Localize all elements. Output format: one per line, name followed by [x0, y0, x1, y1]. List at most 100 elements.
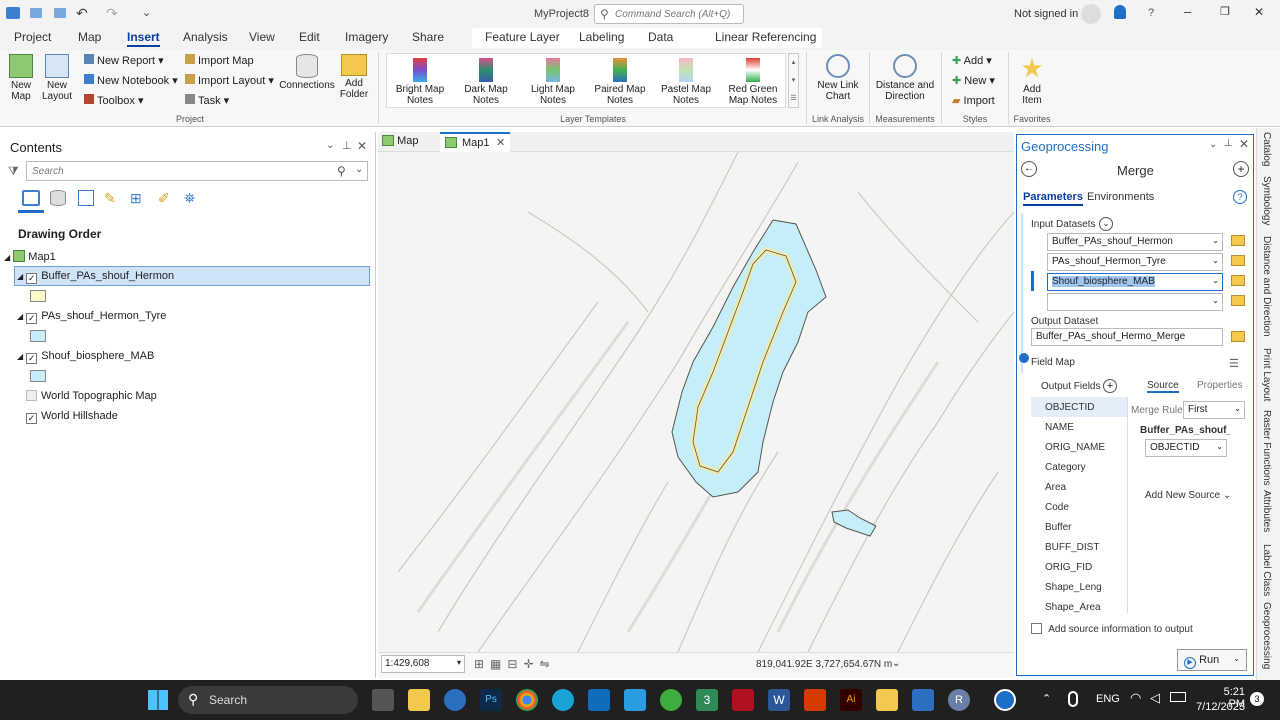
styles-new-button[interactable]: ✚ New ▾ [952, 74, 995, 87]
undo-icon[interactable]: ↶ [76, 5, 88, 22]
recorder-icon[interactable] [804, 689, 826, 711]
app-red-icon[interactable] [732, 689, 754, 711]
list-by-labeling-icon[interactable]: ✐ [158, 190, 170, 207]
photoshop-icon[interactable]: Ps [480, 689, 502, 711]
folder-icon[interactable] [1231, 235, 1245, 246]
restore-icon[interactable]: ❐ [1220, 5, 1230, 18]
layer-visibility-checkbox[interactable]: ✓ [26, 413, 37, 424]
customize-icon[interactable]: ⌄ [142, 6, 151, 19]
tab-project[interactable]: Project [14, 30, 51, 44]
map-tree-node[interactable]: ◢ Map1 [4, 250, 56, 263]
tab-source[interactable]: Source [1147, 380, 1179, 393]
task-button[interactable]: Task ▾ [185, 94, 229, 107]
layer-visibility-checkbox[interactable]: ✓ [26, 273, 38, 284]
expand-icon[interactable]: ◢ [17, 272, 23, 281]
redo-icon[interactable]: ↷ [106, 5, 118, 22]
import-map-button[interactable]: Import Map [185, 54, 254, 67]
clock-date[interactable]: 7/12/2023 [1192, 701, 1245, 713]
output-field-item[interactable]: ORIG_FID [1045, 562, 1092, 573]
tab-properties[interactable]: Properties [1197, 380, 1243, 391]
map-navigation-tools[interactable]: ⊞▦⊟✛⇋ [474, 657, 556, 671]
add-new-source-button[interactable]: Add New Source ⌄ [1145, 490, 1231, 501]
tab-parameters[interactable]: Parameters [1023, 191, 1083, 206]
signin-status[interactable]: Not signed in [1014, 8, 1078, 20]
styles-add-button[interactable]: ✚ Add ▾ [952, 54, 992, 67]
expand-icon[interactable]: ◢ [17, 312, 23, 321]
chevron-down-icon[interactable]: ⌄ [1099, 217, 1113, 231]
tab-imagery[interactable]: Imagery [345, 30, 388, 44]
tab-insert[interactable]: Insert [127, 30, 160, 47]
tab-analysis[interactable]: Analysis [183, 30, 228, 44]
close-pane-icon[interactable]: ✕ [1239, 137, 1249, 151]
help-icon[interactable]: ? [1148, 7, 1154, 19]
add-field-icon[interactable]: + [1103, 379, 1117, 393]
map-canvas[interactable] [378, 152, 1014, 652]
connections-button[interactable]: Connections [278, 54, 336, 91]
output-field-item[interactable]: OBJECTID [1045, 402, 1094, 413]
side-tab-catalog[interactable]: Catalog [1261, 132, 1272, 166]
word-icon[interactable]: W [768, 689, 790, 711]
tab-environments[interactable]: Environments [1087, 191, 1154, 203]
new-map-button[interactable]: New Map [6, 54, 36, 102]
tab-feature-layer[interactable]: Feature Layer [485, 30, 560, 44]
command-search-input[interactable]: ⚲ Command Search (Alt+Q) [594, 4, 744, 24]
side-tab-distance-direction[interactable]: Distance and Direction [1261, 236, 1272, 337]
folder-icon[interactable] [1231, 295, 1245, 306]
input-dataset-field[interactable]: PAs_shouf_Hermon_Tyre ⌄ [1047, 253, 1223, 271]
layer-visibility-checkbox[interactable]: ✓ [26, 313, 38, 324]
list-by-editing-icon[interactable]: ✎ [104, 190, 116, 207]
battery-icon[interactable] [1170, 692, 1186, 702]
folder-icon[interactable] [1231, 331, 1245, 342]
vscode-icon[interactable] [624, 689, 646, 711]
app-3-icon[interactable]: 3 [696, 689, 718, 711]
styles-import-button[interactable]: ▰ Import [952, 94, 995, 107]
output-field-item[interactable]: BUFF_DIST [1045, 542, 1099, 553]
pane-menu-icon[interactable]: ⌄ [326, 140, 334, 151]
import-layout-button[interactable]: Import Layout ▾ [185, 74, 274, 87]
layer-symbol-swatch[interactable] [30, 370, 46, 382]
template-pastel[interactable]: Pastel Map Notes [658, 58, 714, 106]
new-layout-button[interactable]: New Layout [40, 54, 74, 102]
add-tool-icon[interactable]: + [1233, 161, 1249, 177]
pin-icon[interactable]: ⊥ [1224, 138, 1233, 149]
user-avatar-icon[interactable] [1081, 4, 1101, 24]
tab-map[interactable]: Map [78, 30, 101, 44]
field-map-menu-icon[interactable]: ☰ [1229, 357, 1239, 370]
chrome-icon[interactable] [516, 689, 538, 711]
layer-row[interactable]: ◢ ✓ PAs_shouf_Hermon_Tyre [17, 310, 166, 324]
back-icon[interactable]: ← [1021, 161, 1037, 177]
arcgis-pro-active-icon[interactable] [994, 689, 1016, 711]
add-folder-button[interactable]: Add Folder [337, 54, 371, 100]
map-tab[interactable]: Map [382, 135, 418, 147]
layer-visibility-checkbox[interactable]: ✓ [26, 353, 38, 364]
layer-row[interactable]: ◢ ✓ Shouf_biosphere_MAB [17, 350, 154, 364]
tab-data[interactable]: Data [648, 30, 673, 44]
template-light[interactable]: Light Map Notes [525, 58, 581, 106]
merge-rule-select[interactable]: First ⌄ [1183, 401, 1245, 419]
layer-row[interactable]: ◢ ✓ Buffer_PAs_shouf_Hermon [17, 270, 174, 284]
distance-direction-button[interactable]: Distance and Direction [872, 54, 938, 102]
task-view-icon[interactable] [372, 689, 394, 711]
side-tab-raster-functions[interactable]: Raster Functions [1261, 410, 1272, 486]
tab-edit[interactable]: Edit [299, 30, 320, 44]
close-tab-icon[interactable]: ✕ [496, 136, 505, 149]
wifi-icon[interactable]: ◠ [1130, 690, 1141, 706]
pane-menu-icon[interactable]: ⌄ [1209, 139, 1217, 150]
layer-symbol-swatch[interactable] [30, 330, 46, 342]
mail-icon[interactable] [588, 689, 610, 711]
folder-icon[interactable] [1231, 255, 1245, 266]
pin-icon[interactable]: ⊥ [342, 139, 352, 152]
chevron-down-icon[interactable]: ⌄ [892, 658, 900, 669]
toolbox-button[interactable]: Toolbox ▾ [84, 94, 144, 107]
edge-icon[interactable] [552, 689, 574, 711]
tab-view[interactable]: View [249, 30, 275, 44]
list-by-selection-icon[interactable] [78, 190, 94, 206]
output-field-item[interactable]: NAME [1045, 422, 1074, 433]
volume-icon[interactable]: ◁ [1150, 690, 1160, 706]
expand-icon[interactable]: ◢ [17, 352, 23, 361]
output-dataset-field[interactable]: Buffer_PAs_shouf_Hermo_Merge [1031, 328, 1223, 346]
run-button[interactable]: ▶ Run ⌄ [1177, 649, 1247, 671]
illustrator-icon[interactable]: Ai [840, 689, 862, 711]
new-report-button[interactable]: New Report ▾ [84, 54, 164, 67]
output-field-item[interactable]: Shape_Leng [1045, 582, 1102, 593]
